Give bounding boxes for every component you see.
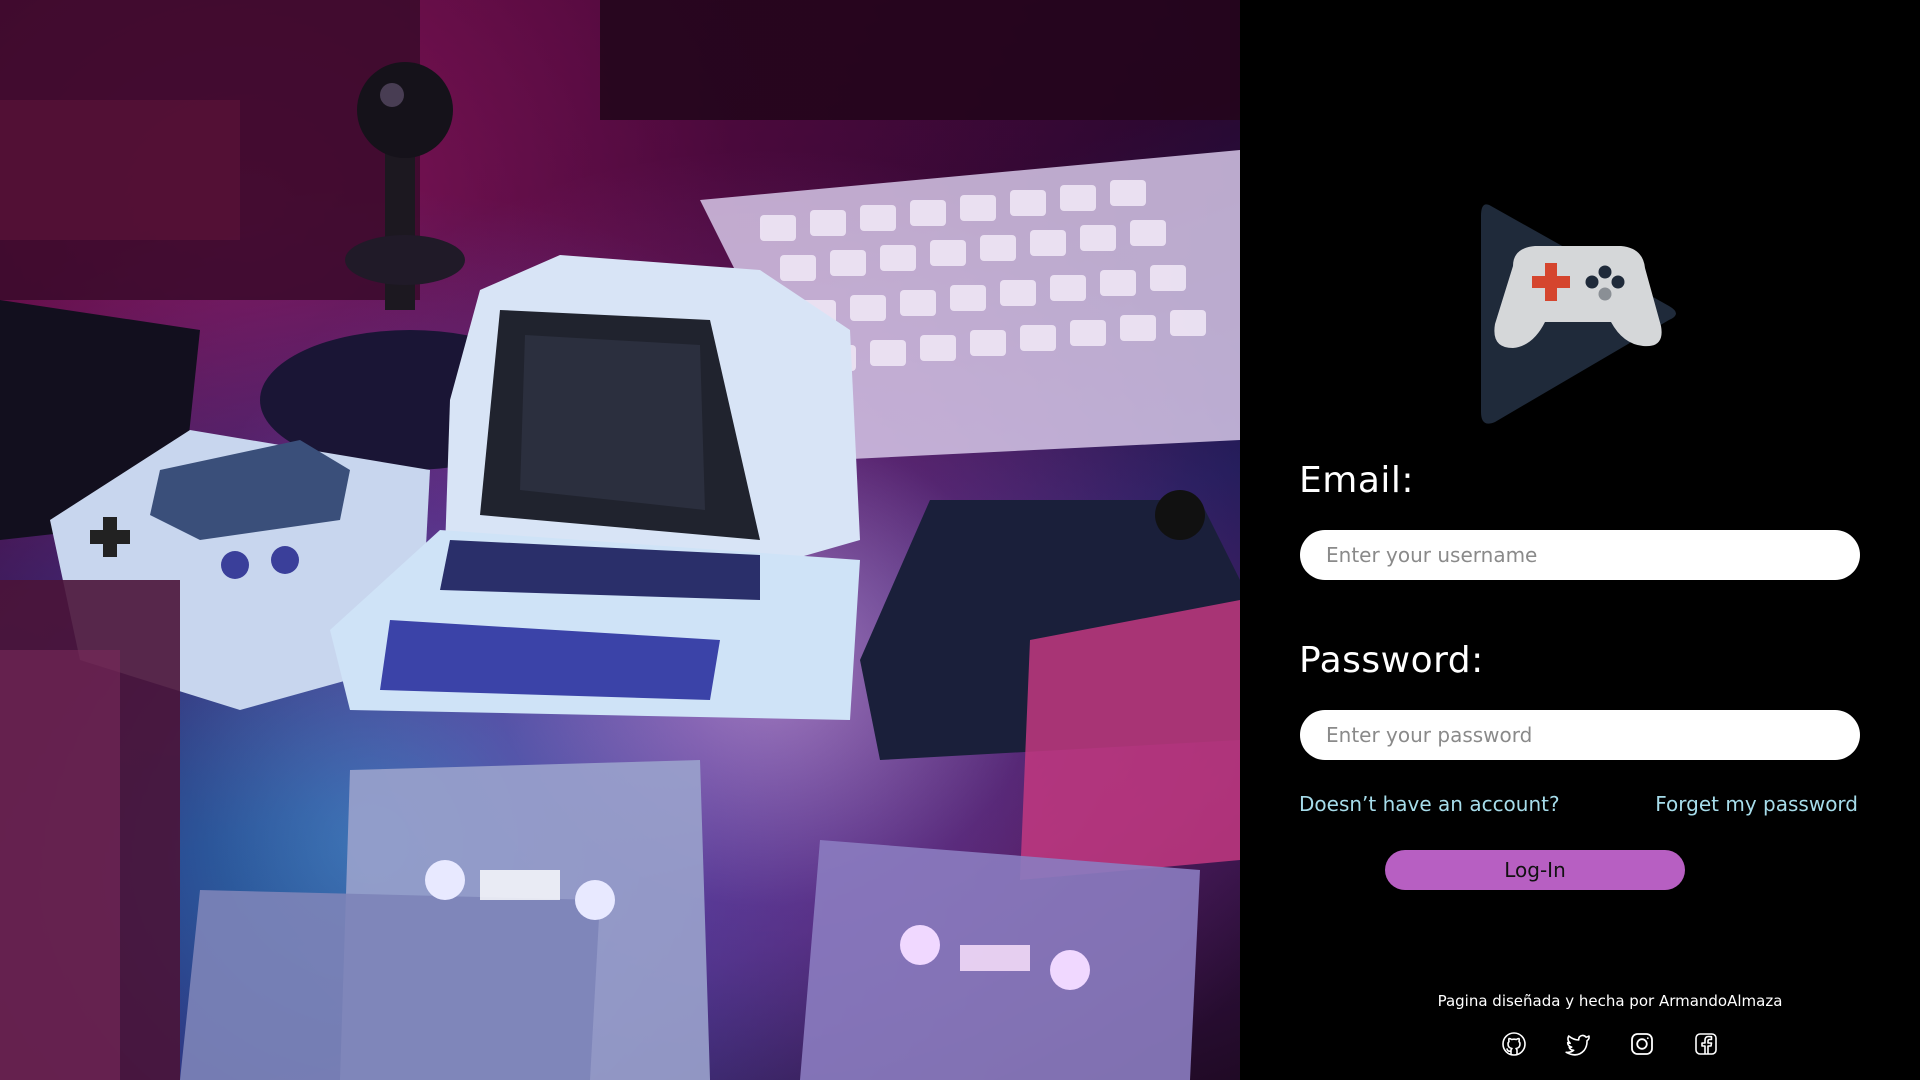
email-input[interactable] [1300,530,1860,580]
instagram-icon[interactable] [1629,1031,1655,1057]
password-label: Password: [1299,640,1484,681]
forgot-password-link[interactable]: Forget my password [1655,792,1858,816]
password-input[interactable] [1300,710,1860,760]
retro-computers-photo [0,0,1240,1080]
game-controller-play-logo [1481,204,1676,424]
github-icon[interactable] [1501,1031,1527,1057]
footer-credit: Pagina diseñada y hecha por ArmandoAlmaz… [1437,992,1783,1010]
login-page: Email: Password: Doesn’t have an account… [0,0,1920,1080]
twitter-icon[interactable] [1565,1031,1591,1057]
email-label: Email: [1299,460,1415,501]
social-links [1240,1031,1920,1057]
login-panel: Email: Password: Doesn’t have an account… [1240,0,1920,1080]
facebook-icon[interactable] [1693,1031,1719,1057]
login-button[interactable]: Log-In [1385,850,1685,890]
hero-illustration [0,0,1240,1080]
signup-link[interactable]: Doesn’t have an account? [1299,792,1560,816]
